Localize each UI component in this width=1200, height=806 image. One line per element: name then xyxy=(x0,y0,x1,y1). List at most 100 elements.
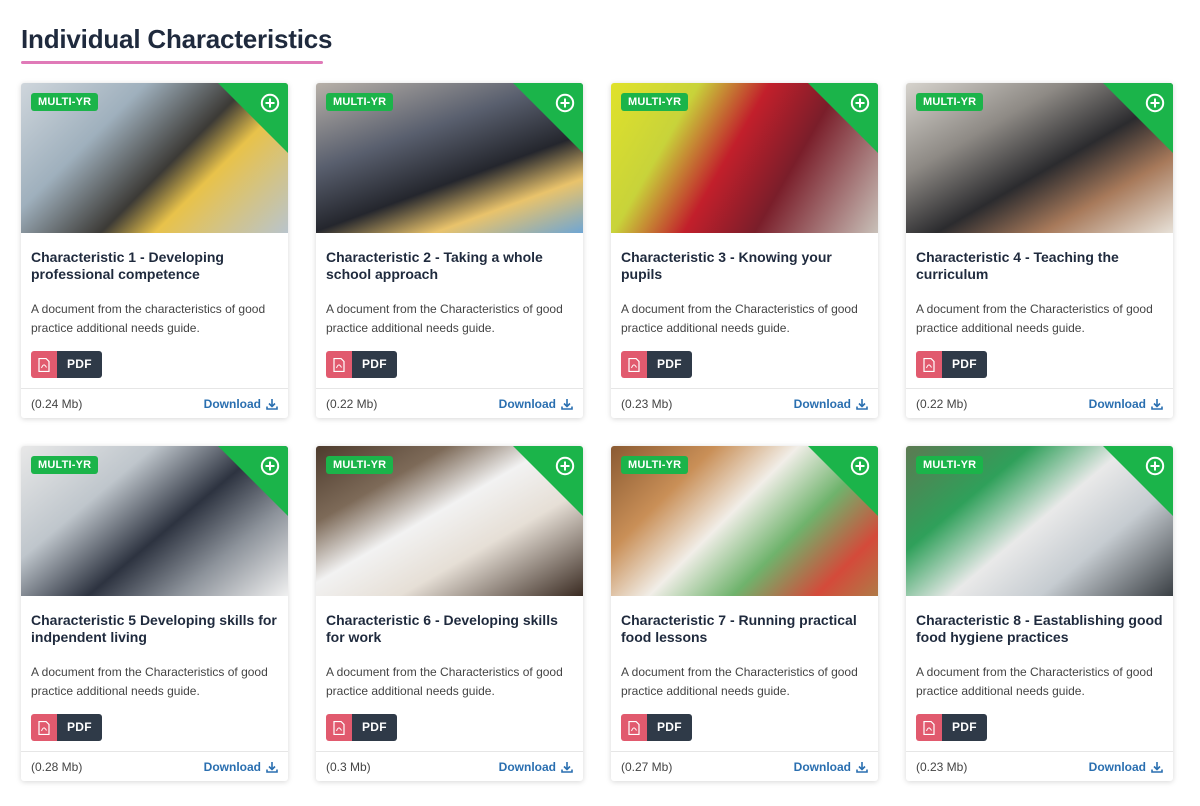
card-description: A document from the Characteristics of g… xyxy=(621,302,858,335)
file-type-label: PDF xyxy=(352,351,397,378)
download-label: Download xyxy=(793,396,851,411)
download-label: Download xyxy=(498,396,556,411)
file-type-chip: PDF xyxy=(621,351,692,378)
card-title[interactable]: Characteristic 8 - Eastablishing good fo… xyxy=(916,612,1163,646)
card-description: A document from the Characteristics of g… xyxy=(326,665,563,698)
download-label: Download xyxy=(203,759,261,774)
download-icon xyxy=(1151,398,1163,410)
resource-card-1[interactable]: MULTI-YR Characteristic 1 - Developing p… xyxy=(21,83,288,418)
pdf-file-icon xyxy=(326,714,352,741)
download-link[interactable]: Download xyxy=(204,760,278,774)
card-title[interactable]: Characteristic 3 - Knowing your pupils xyxy=(621,249,868,283)
page-title: Individual Characteristics xyxy=(21,24,333,54)
card-description: A document from the Characteristics of g… xyxy=(916,665,1153,698)
file-type-label: PDF xyxy=(942,351,987,378)
file-type-label: PDF xyxy=(352,714,397,741)
resource-card-6[interactable]: MULTI-YR Characteristic 6 - Developing s… xyxy=(316,446,583,781)
card-footer: (0.3 Mb) Download xyxy=(316,751,583,781)
resource-card-3[interactable]: MULTI-YR Characteristic 3 - Knowing your… xyxy=(611,83,878,418)
card-footer: (0.22 Mb) Download xyxy=(906,388,1173,418)
plus-circle-icon[interactable] xyxy=(850,456,870,476)
card-thumbnail[interactable]: MULTI-YR xyxy=(316,83,583,233)
download-icon xyxy=(561,398,573,410)
card-title[interactable]: Characteristic 7 - Running practical foo… xyxy=(621,612,868,646)
card-thumbnail[interactable]: MULTI-YR xyxy=(21,446,288,596)
card-thumbnail[interactable]: MULTI-YR xyxy=(906,83,1173,233)
download-link[interactable]: Download xyxy=(204,397,278,411)
download-label: Download xyxy=(1088,396,1146,411)
file-size: (0.23 Mb) xyxy=(621,396,673,411)
card-thumbnail[interactable]: MULTI-YR xyxy=(906,446,1173,596)
file-type-chip: PDF xyxy=(31,714,102,741)
file-type-chip: PDF xyxy=(326,351,397,378)
download-label: Download xyxy=(498,759,556,774)
card-thumbnail[interactable]: MULTI-YR xyxy=(316,446,583,596)
card-description: A document from the characteristics of g… xyxy=(31,302,266,335)
download-link[interactable]: Download xyxy=(499,397,573,411)
resource-card-2[interactable]: MULTI-YR Characteristic 2 - Taking a who… xyxy=(316,83,583,418)
file-type-label: PDF xyxy=(57,351,102,378)
resource-card-8[interactable]: MULTI-YR Characteristic 8 - Eastablishin… xyxy=(906,446,1173,781)
multi-year-badge: MULTI-YR xyxy=(621,456,689,474)
download-link[interactable]: Download xyxy=(794,397,868,411)
pdf-file-icon xyxy=(31,714,57,741)
card-footer: (0.23 Mb) Download xyxy=(906,751,1173,781)
card-thumbnail[interactable]: MULTI-YR xyxy=(611,83,878,233)
multi-year-badge: MULTI-YR xyxy=(916,93,984,111)
pdf-file-icon xyxy=(916,714,942,741)
file-type-chip: PDF xyxy=(916,714,987,741)
plus-circle-icon[interactable] xyxy=(1145,93,1165,113)
download-link[interactable]: Download xyxy=(1089,397,1163,411)
card-title[interactable]: Characteristic 2 - Taking a whole school… xyxy=(326,249,573,283)
pdf-file-icon xyxy=(621,351,647,378)
card-description: A document from the Characteristics of g… xyxy=(916,302,1153,335)
card-footer: (0.24 Mb) Download xyxy=(21,388,288,418)
file-type-label: PDF xyxy=(647,351,692,378)
card-footer: (0.22 Mb) Download xyxy=(316,388,583,418)
card-title[interactable]: Characteristic 1 - Developing profession… xyxy=(31,249,278,283)
plus-circle-icon[interactable] xyxy=(555,93,575,113)
multi-year-badge: MULTI-YR xyxy=(326,456,394,474)
plus-circle-icon[interactable] xyxy=(260,93,280,113)
file-size: (0.22 Mb) xyxy=(326,396,378,411)
download-icon xyxy=(1151,761,1163,773)
download-icon xyxy=(266,761,278,773)
multi-year-badge: MULTI-YR xyxy=(621,93,689,111)
file-size: (0.28 Mb) xyxy=(31,759,83,774)
multi-year-badge: MULTI-YR xyxy=(31,93,99,111)
plus-circle-icon[interactable] xyxy=(1145,456,1165,476)
plus-circle-icon[interactable] xyxy=(850,93,870,113)
file-size: (0.24 Mb) xyxy=(31,396,83,411)
download-label: Download xyxy=(1088,759,1146,774)
download-link[interactable]: Download xyxy=(499,760,573,774)
card-thumbnail[interactable]: MULTI-YR xyxy=(611,446,878,596)
card-title[interactable]: Characteristic 5 Developing skills for i… xyxy=(31,612,278,646)
download-link[interactable]: Download xyxy=(1089,760,1163,774)
pdf-file-icon xyxy=(31,351,57,378)
download-label: Download xyxy=(203,396,261,411)
card-title[interactable]: Characteristic 6 - Developing skills for… xyxy=(326,612,573,646)
card-footer: (0.27 Mb) Download xyxy=(611,751,878,781)
download-icon xyxy=(856,398,868,410)
file-type-label: PDF xyxy=(647,714,692,741)
plus-circle-icon[interactable] xyxy=(260,456,280,476)
card-title[interactable]: Characteristic 4 - Teaching the curricul… xyxy=(916,249,1163,283)
file-size: (0.23 Mb) xyxy=(916,759,968,774)
download-icon xyxy=(561,761,573,773)
download-icon xyxy=(856,761,868,773)
file-size: (0.3 Mb) xyxy=(326,759,371,774)
resource-card-7[interactable]: MULTI-YR Characteristic 7 - Running prac… xyxy=(611,446,878,781)
file-size: (0.27 Mb) xyxy=(621,759,673,774)
resource-card-5[interactable]: MULTI-YR Characteristic 5 Developing ski… xyxy=(21,446,288,781)
multi-year-badge: MULTI-YR xyxy=(916,456,984,474)
download-label: Download xyxy=(793,759,851,774)
file-type-label: PDF xyxy=(942,714,987,741)
download-link[interactable]: Download xyxy=(794,760,868,774)
plus-circle-icon[interactable] xyxy=(555,456,575,476)
resource-card-4[interactable]: MULTI-YR Characteristic 4 - Teaching the… xyxy=(906,83,1173,418)
file-type-chip: PDF xyxy=(916,351,987,378)
file-type-chip: PDF xyxy=(31,351,102,378)
multi-year-badge: MULTI-YR xyxy=(326,93,394,111)
file-type-chip: PDF xyxy=(326,714,397,741)
card-thumbnail[interactable]: MULTI-YR xyxy=(21,83,288,233)
